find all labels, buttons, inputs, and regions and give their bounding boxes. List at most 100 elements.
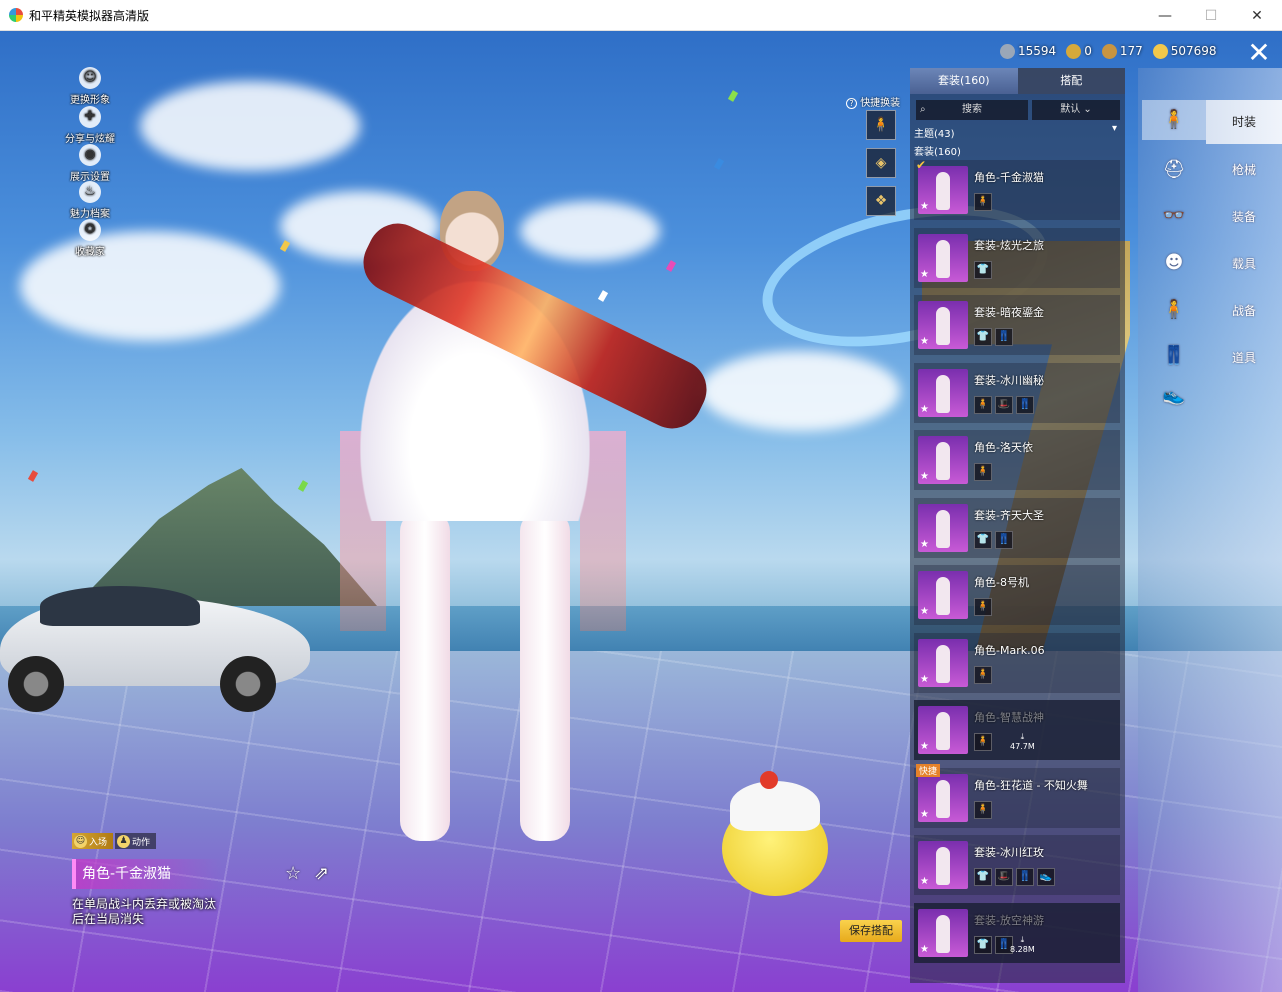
confetti [713, 158, 725, 170]
quick-badge: 快捷 [916, 763, 941, 777]
mode-tab[interactable]: ☺ 入场 [72, 833, 114, 849]
outfit-figure [936, 577, 950, 615]
outfit-item[interactable]: ★ 角色-Mark.06 🧍 [914, 632, 1120, 693]
body-icon[interactable]: 🧍 [1142, 100, 1206, 140]
outfit-name: 套装-放空神游 [974, 913, 1044, 927]
theme-filter[interactable]: 主题(43) ▾ [914, 123, 1117, 140]
sort-dropdown[interactable]: 默认 ⌄ [1032, 100, 1120, 120]
outfit-figure [936, 374, 950, 413]
star-icon: ★ [920, 673, 929, 685]
theme-label: 主题(43) [914, 129, 955, 140]
download-size: ⤓ 8.28M [1010, 935, 1035, 954]
mask-icon[interactable]: ☻ [1142, 243, 1206, 283]
set-count-label: 套装(160) [914, 147, 961, 158]
currency-value: 177 [1119, 44, 1143, 58]
outfit-figure [936, 712, 950, 750]
outfit-item[interactable]: ★ 套装-齐天大圣 👕 👖 [914, 497, 1120, 558]
minimize-button[interactable]: — [1142, 0, 1188, 31]
emote-icon: ☺ [74, 834, 87, 848]
outfit-part-icon: 👕 [974, 868, 992, 886]
left-menu-item[interactable]: ♨ 魅力档案 [60, 181, 120, 220]
category-tab[interactable]: 载具 [1206, 242, 1282, 286]
outfit-part-icon: 👖 [1016, 395, 1034, 414]
left-menu-item[interactable]: ✚ 分享与炫耀 [60, 106, 120, 145]
outfit-item[interactable]: ★ 套装-暗夜鎏金 👕 👖 [914, 295, 1120, 355]
currency-item[interactable]: 177 [1101, 41, 1143, 61]
confetti [297, 480, 309, 492]
outfit-item[interactable]: ★ ✔ 角色-千金淑猫 🧍 [914, 158, 1120, 220]
sports-car [0, 576, 320, 716]
flame-icon: ♨ [79, 181, 101, 203]
outfit-part-icon: 🧍 [974, 800, 992, 819]
outfit-part-icon: 👕 [974, 260, 992, 279]
outfit-part-icon: 🧍 [974, 463, 992, 481]
chick-pet[interactable] [722, 771, 828, 901]
close-icon[interactable]: ✕ [1240, 36, 1278, 70]
outfit-parts: 👕 👖 [974, 328, 1013, 346]
gold-coin-icon [1152, 43, 1168, 59]
quick-slot-1[interactable]: 🧍 [866, 110, 896, 140]
category-tab[interactable]: 道具 [1206, 336, 1282, 380]
currency-item[interactable]: 0 [1066, 41, 1092, 61]
favorite-star-icon[interactable]: ☆ [285, 863, 301, 884]
category-tab[interactable]: 枪械 [1206, 148, 1282, 192]
outfit-item[interactable]: ★ 角色-8号机 🧍 [914, 565, 1120, 625]
outfit-item[interactable]: ★ 套装-炫光之旅 👕 [914, 227, 1120, 288]
outfit-item[interactable]: ★ 角色-洛天依 🧍 [914, 430, 1120, 490]
maximize-button[interactable]: ☐ [1188, 0, 1234, 31]
panel-tab[interactable]: 套装(160) [910, 68, 1018, 94]
mode-tab[interactable]: ♟ 动作 [115, 833, 157, 849]
category-tab[interactable]: 时装 [1206, 100, 1282, 144]
check-icon: ✔ [916, 158, 927, 172]
help-icon[interactable]: ? [846, 98, 857, 109]
quick-change-text: 快捷换装 [860, 98, 901, 109]
app-logo-icon [9, 8, 23, 22]
currency-item[interactable]: 507698 [1152, 41, 1217, 61]
category-tab[interactable]: 战备 [1206, 289, 1282, 333]
currency-item[interactable]: 15594 [1000, 41, 1056, 61]
left-menu-item[interactable]: ◉ 展示设置 [60, 144, 120, 183]
character-model[interactable] [330, 181, 717, 881]
close-window-button[interactable]: ✕ [1234, 0, 1280, 31]
outfit-item[interactable]: ★ 套装-冰川幽秘 🧍 🎩 👖 [914, 362, 1120, 423]
outfit-figure [936, 239, 950, 278]
shoes-icon[interactable]: 👟 [1142, 376, 1206, 416]
category-tab[interactable]: 装备 [1206, 195, 1282, 239]
outfit-icon[interactable]: 🧍 [1142, 290, 1206, 330]
pants-icon[interactable]: 👖 [1142, 336, 1206, 376]
outfit-item[interactable]: ★ 快捷 角色-狂花道 - 不知火舞 🧍 [914, 763, 1120, 828]
outfit-figure [936, 914, 950, 953]
left-menu-item[interactable]: ✪ 收藏家 [60, 219, 120, 258]
outfit-name: 套装-冰川幽秘 [974, 373, 1044, 387]
left-menu-label: 分享与炫耀 [65, 134, 115, 145]
quick-slot-2[interactable]: ◈ [866, 148, 896, 178]
cloud [700, 351, 900, 431]
outfit-item[interactable]: ★ 套装-放空神游 👕 👖 ⤓ 8.28M [914, 902, 1120, 963]
chevron-down-icon: ⌄ [1083, 104, 1092, 115]
outfit-parts: 🧍 [974, 598, 992, 616]
share-icon[interactable]: ⇗ [314, 863, 329, 884]
outfit-item[interactable]: ★ 角色-智慧战神 🧍 ⤓ 47.7M [914, 700, 1120, 760]
outfit-part-icon: 🧍 [974, 193, 992, 211]
save-outfit-button[interactable]: 保存搭配 [840, 920, 902, 942]
goggles-icon[interactable]: 👓 [1142, 196, 1206, 236]
quick-change-label[interactable]: ? 快捷换装 [846, 94, 900, 109]
left-menu-item[interactable]: ☺ 更换形象 [60, 67, 120, 106]
quick-slot-3[interactable]: ❖ [866, 186, 896, 216]
outfit-thumbnail: ★ [918, 571, 968, 619]
helmet-icon[interactable]: ⛑ [1142, 150, 1206, 190]
outfit-name: 角色-狂花道 - 不知火舞 [974, 778, 1088, 792]
search-input[interactable]: ⌕ 搜索 [916, 100, 1028, 120]
currency-bar: 15594 0 177 507698 [1000, 41, 1217, 61]
chick-hat [730, 781, 820, 831]
window-title: 和平精英模拟器高清版 [29, 8, 150, 23]
star-icon: ★ [920, 471, 929, 482]
outfit-item[interactable]: ★ 套装-冰川红玫 👕 🎩 👖 👟 [914, 835, 1120, 895]
panel-tab[interactable]: 搭配 [1017, 68, 1125, 94]
outfit-part-icon: 👕 [974, 935, 992, 954]
confetti [727, 90, 739, 102]
download-size-value: 47.7M [1010, 742, 1035, 751]
outfit-part-icon: 👕 [974, 328, 992, 346]
star-icon: ★ [920, 606, 929, 617]
mode-tabs: ☺ 入场 ♟ 动作 [72, 833, 157, 849]
